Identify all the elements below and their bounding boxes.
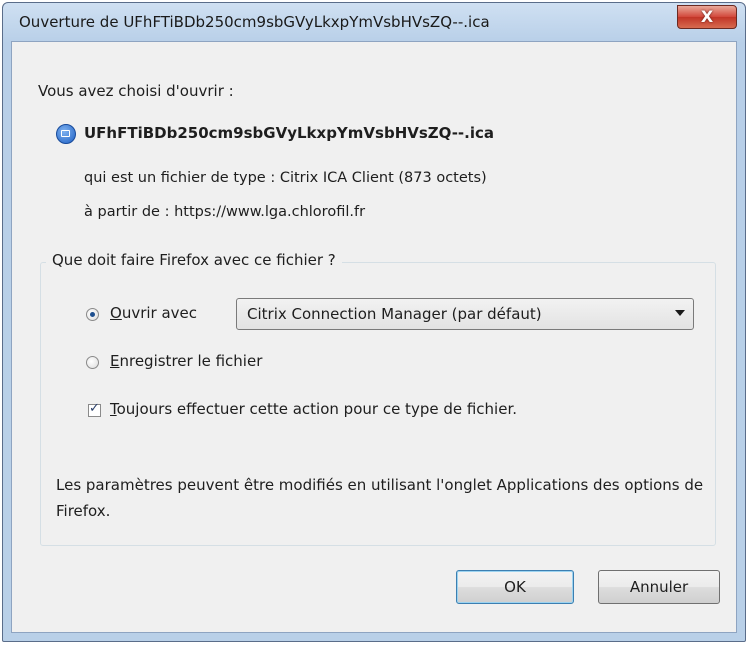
- checkmark-icon: ✓: [89, 401, 100, 416]
- file-type-label: qui est un fichier de type :: [84, 170, 276, 186]
- title-bar[interactable]: Ouverture de UFhFTiBDb250cm9sbGVyLkxpYmV…: [3, 3, 745, 43]
- file-source-value: https://www.lga.chlorofil.fr: [174, 204, 366, 220]
- window-title: Ouverture de UFhFTiBDb250cm9sbGVyLkxpYmV…: [19, 13, 490, 31]
- file-name: UFhFTiBDb250cm9sbGVyLkxpYmVsbHVsZQ--.ica: [84, 124, 494, 142]
- cancel-button[interactable]: Annuler: [598, 570, 720, 604]
- intro-text: Vous avez choisi d'ouvrir :: [38, 82, 234, 100]
- chevron-down-icon: [675, 310, 685, 316]
- application-select[interactable]: Citrix Connection Manager (par défaut): [236, 298, 694, 330]
- save-file-radio[interactable]: [86, 356, 99, 369]
- save-file-label[interactable]: Enregistrer le fichier: [110, 352, 262, 370]
- settings-note: Les paramètres peuvent être modifiés en …: [56, 476, 704, 520]
- file-source-label: à partir de :: [84, 204, 170, 220]
- application-select-value: Citrix Connection Manager (par défaut): [247, 305, 542, 323]
- open-with-radio[interactable]: [86, 308, 99, 321]
- file-type-row: qui est un fichier de type : Citrix ICA …: [84, 170, 487, 186]
- file-source-row: à partir de : https://www.lga.chlorofil.…: [84, 204, 365, 220]
- file-type-value: Citrix ICA Client (873 octets): [279, 170, 487, 186]
- always-do-label[interactable]: Toujours effectuer cette action pour ce …: [110, 400, 517, 418]
- close-icon: X: [700, 7, 714, 26]
- ok-button[interactable]: OK: [456, 570, 574, 604]
- citrix-file-icon: [56, 124, 76, 144]
- open-with-label[interactable]: Ouvrir avec: [110, 304, 197, 322]
- always-do-checkbox[interactable]: ✓: [88, 401, 101, 417]
- action-group-legend: Que doit faire Firefox avec ce fichier ?: [46, 251, 342, 269]
- close-button[interactable]: X: [677, 5, 737, 29]
